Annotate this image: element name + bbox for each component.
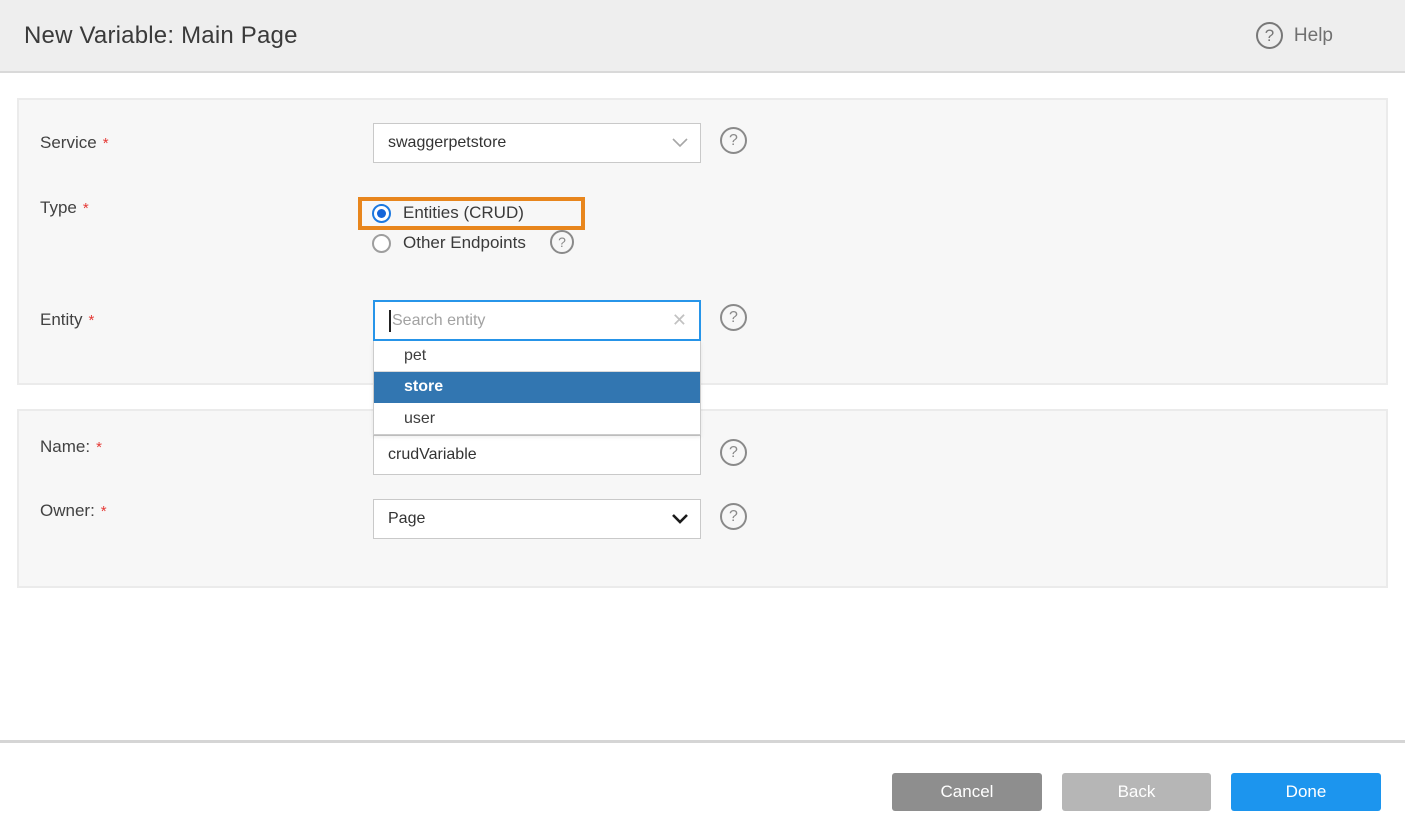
cancel-button[interactable]: Cancel	[892, 773, 1042, 811]
entity-options-list: pet store user	[373, 341, 701, 435]
service-select[interactable]: swaggerpetstore	[373, 123, 701, 163]
owner-select[interactable]: Page	[373, 499, 701, 539]
help-label: Help	[1294, 25, 1333, 47]
entity-search-placeholder: Search entity	[392, 312, 672, 330]
required-asterisk: *	[83, 200, 89, 217]
type-help-icon[interactable]: ?	[550, 230, 574, 254]
help-circle-icon: ?	[1256, 22, 1283, 49]
source-panel	[17, 98, 1388, 385]
owner-help-icon[interactable]: ?	[720, 503, 747, 530]
required-asterisk: *	[89, 312, 95, 329]
radio-option-other-endpoints[interactable]: Other Endpoints	[372, 233, 526, 253]
radio-selected-icon	[372, 204, 391, 223]
type-label: Type*	[40, 198, 89, 218]
required-asterisk: *	[96, 439, 102, 456]
radio-unselected-icon	[372, 234, 391, 253]
page-title: New Variable: Main Page	[24, 22, 298, 50]
properties-panel	[17, 409, 1388, 588]
clear-icon[interactable]: ✕	[672, 310, 687, 331]
footer-divider	[0, 740, 1405, 743]
help-button[interactable]: ? Help	[1256, 22, 1333, 49]
radio-option-label: Entities (CRUD)	[403, 203, 524, 223]
service-help-icon[interactable]: ?	[720, 127, 747, 154]
entity-search-input[interactable]: Search entity ✕	[373, 300, 701, 341]
entity-label: Entity*	[40, 310, 94, 330]
required-asterisk: *	[101, 503, 107, 520]
radio-option-entities-crud[interactable]: Entities (CRUD)	[372, 203, 524, 223]
entity-option-store[interactable]: store	[374, 372, 700, 403]
new-variable-dialog: New Variable: Main Page ? Help Service* …	[0, 0, 1405, 839]
entity-option-user[interactable]: user	[374, 403, 700, 434]
name-help-icon[interactable]: ?	[720, 439, 747, 466]
radio-option-label: Other Endpoints	[403, 233, 526, 253]
entity-option-pet[interactable]: pet	[374, 341, 700, 372]
service-select-value: swaggerpetstore	[388, 134, 672, 152]
entity-help-icon[interactable]: ?	[720, 304, 747, 331]
owner-select-value: Page	[388, 510, 672, 528]
name-input-value: crudVariable	[388, 446, 688, 464]
owner-label: Owner:*	[40, 501, 107, 521]
name-input[interactable]: crudVariable	[373, 435, 701, 475]
required-asterisk: *	[103, 135, 109, 152]
dialog-header: New Variable: Main Page ? Help	[0, 0, 1405, 73]
text-caret	[389, 310, 391, 332]
chevron-down-icon	[672, 514, 688, 524]
done-button[interactable]: Done	[1231, 773, 1381, 811]
back-button[interactable]: Back	[1062, 773, 1211, 811]
name-label: Name:*	[40, 437, 102, 457]
chevron-down-icon	[672, 138, 688, 148]
service-label: Service*	[40, 133, 109, 153]
